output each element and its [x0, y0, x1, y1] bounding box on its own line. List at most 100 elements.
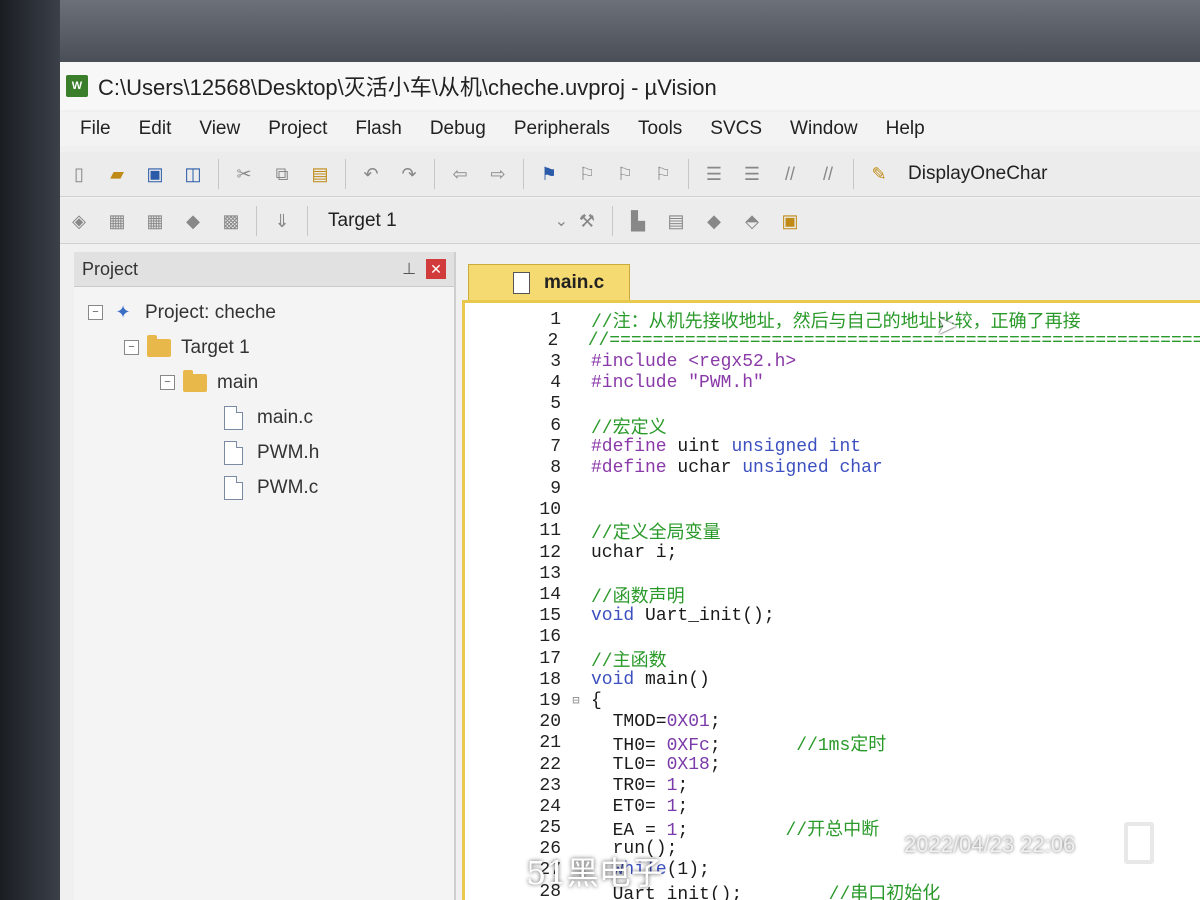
- unindent-icon[interactable]: ☰: [738, 160, 766, 188]
- find-in-files-icon[interactable]: ✎: [865, 160, 893, 188]
- open-folder-icon[interactable]: ▰: [103, 160, 131, 188]
- toolbar-separator: [434, 159, 435, 189]
- code-editor[interactable]: 1 //注：从机先接收地址，然后与自己的地址比较，正确了再接 2 //========…: [462, 300, 1200, 900]
- save-all-icon[interactable]: ◫: [179, 160, 207, 188]
- code-text: TH0= 0XFc; //1ms定时: [591, 736, 887, 757]
- file-icon: [224, 440, 243, 465]
- bookmark-icon[interactable]: ⚑: [535, 160, 563, 188]
- folder-icon: [183, 369, 207, 392]
- keil-icon: W: [66, 75, 88, 97]
- code-line: 8 #define uchar unsigned char: [465, 457, 1200, 478]
- tree-file[interactable]: PWM.c: [74, 470, 454, 505]
- code-line: 19 ⊟ {: [465, 690, 1200, 711]
- tree-label: main: [217, 371, 259, 393]
- window-title: C:\Users\12568\Desktop\灭活小车\从机\cheche.uv…: [98, 75, 717, 100]
- menu-project[interactable]: Project: [254, 118, 341, 140]
- menu-help[interactable]: Help: [872, 118, 939, 140]
- code-text: //宏定义: [591, 418, 667, 439]
- menu-window[interactable]: Window: [776, 118, 872, 140]
- menu-file[interactable]: File: [60, 118, 125, 140]
- code-text: EA = 1; //开总中断: [591, 821, 880, 842]
- redo-icon[interactable]: ↷: [395, 160, 423, 188]
- next-bookmark-icon[interactable]: ⚐: [611, 160, 639, 188]
- line-number: 25: [539, 818, 561, 839]
- line-number: 19: [539, 690, 561, 711]
- project-tree: − ✦ Project: cheche − Target 1 − main ma…: [74, 287, 454, 505]
- menu-peripherals[interactable]: Peripherals: [500, 118, 624, 140]
- code-line: 10: [465, 500, 1200, 521]
- cut-icon[interactable]: ✂: [230, 160, 258, 188]
- code-line: 13: [465, 563, 1200, 584]
- camera-logo-icon: [1124, 822, 1154, 864]
- indent-icon[interactable]: ☰: [700, 160, 728, 188]
- collapse-icon[interactable]: −: [124, 340, 139, 355]
- photo-timestamp: 2022/04/23 22:06: [904, 832, 1076, 857]
- collapse-icon[interactable]: −: [160, 375, 175, 390]
- menu-tools[interactable]: Tools: [624, 118, 696, 140]
- code-line: 5: [465, 394, 1200, 415]
- project-icon: ✦: [115, 302, 131, 322]
- code-line: 23 TR0= 1;: [465, 775, 1200, 796]
- undo-icon[interactable]: ↶: [357, 160, 385, 188]
- code-line: 18 void main(): [465, 669, 1200, 690]
- paste-icon[interactable]: ▤: [306, 160, 334, 188]
- save-icon[interactable]: ▣: [141, 160, 169, 188]
- tree-target[interactable]: − Target 1: [74, 330, 454, 365]
- mouse-cursor-icon: ➤: [936, 310, 958, 340]
- download-icon[interactable]: ⇓: [268, 207, 296, 235]
- chevron-down-icon: ⌄: [554, 213, 568, 230]
- manage-components-icon[interactable]: ▤: [662, 207, 690, 235]
- close-icon[interactable]: ✕: [426, 259, 446, 279]
- pack-installer-icon[interactable]: ▣: [776, 207, 804, 235]
- tree-label: Project: cheche: [145, 301, 276, 323]
- menu-edit[interactable]: Edit: [125, 118, 186, 140]
- editor-area: main.c 1 //注：从机先接收地址，然后与自己的地址比较，正确了再接 2 //=…: [460, 252, 1200, 900]
- title-bar: W C:\Users\12568\Desktop\灭活小车\从机\cheche.…: [60, 62, 1200, 110]
- code-line: 4 #include "PWM.h": [465, 373, 1200, 394]
- file-extensions-icon[interactable]: ▙: [624, 207, 652, 235]
- build-icon[interactable]: ▦: [103, 207, 131, 235]
- copy-icon[interactable]: ⧉: [268, 160, 296, 188]
- nav-back-icon[interactable]: ⇦: [446, 160, 474, 188]
- tree-label: PWM.h: [257, 441, 320, 463]
- rebuild-icon[interactable]: ▦: [141, 207, 169, 235]
- project-panel-header: Project ⊥ ✕: [74, 252, 454, 287]
- menu-debug[interactable]: Debug: [416, 118, 500, 140]
- line-number: 22: [539, 754, 561, 775]
- tree-group-main[interactable]: − main: [74, 365, 454, 400]
- line-number: 4: [550, 373, 561, 394]
- uncomment-icon[interactable]: //: [814, 160, 842, 188]
- translate-icon[interactable]: ◈: [65, 207, 93, 235]
- panel-title: Project: [82, 258, 139, 279]
- batch-build-icon[interactable]: ◆: [179, 207, 207, 235]
- run-time-env-icon[interactable]: ⬘: [738, 207, 766, 235]
- code-line: 2 //=====================================…: [465, 330, 1200, 351]
- nav-forward-icon[interactable]: ⇨: [484, 160, 512, 188]
- line-number: 10: [539, 500, 561, 521]
- menu-flash[interactable]: Flash: [341, 118, 415, 140]
- line-number: 18: [539, 669, 561, 690]
- tree-project[interactable]: − ✦ Project: cheche: [74, 295, 454, 330]
- collapse-icon[interactable]: −: [88, 305, 103, 320]
- target-select[interactable]: Target 1 ⌄: [328, 210, 568, 232]
- target-options-icon[interactable]: ⚒: [573, 207, 601, 235]
- function-dropdown[interactable]: DisplayOneChar: [908, 163, 1047, 185]
- code-line: 21 TH0= 0XFc; //1ms定时: [465, 733, 1200, 757]
- fold-icon[interactable]: ⊟: [565, 693, 587, 708]
- new-file-icon[interactable]: ▯: [65, 160, 93, 188]
- prev-bookmark-icon[interactable]: ⚐: [573, 160, 601, 188]
- comment-icon[interactable]: //: [776, 160, 804, 188]
- menu-svcs[interactable]: SVCS: [696, 118, 776, 140]
- clear-bookmarks-icon[interactable]: ⚐: [649, 160, 677, 188]
- select-packs-icon[interactable]: ◆: [700, 207, 728, 235]
- tree-file[interactable]: main.c: [74, 400, 454, 435]
- menu-view[interactable]: View: [185, 118, 254, 140]
- stop-build-icon[interactable]: ▩: [217, 207, 245, 235]
- tree-file[interactable]: PWM.h: [74, 435, 454, 470]
- toolbar-separator: [688, 159, 689, 189]
- code-text: //主函数: [591, 651, 667, 672]
- file-icon: [224, 475, 243, 500]
- pin-icon[interactable]: ⊥: [402, 259, 416, 279]
- code-text: #define uint unsigned int: [591, 436, 862, 457]
- tab-main-c[interactable]: main.c: [468, 264, 630, 301]
